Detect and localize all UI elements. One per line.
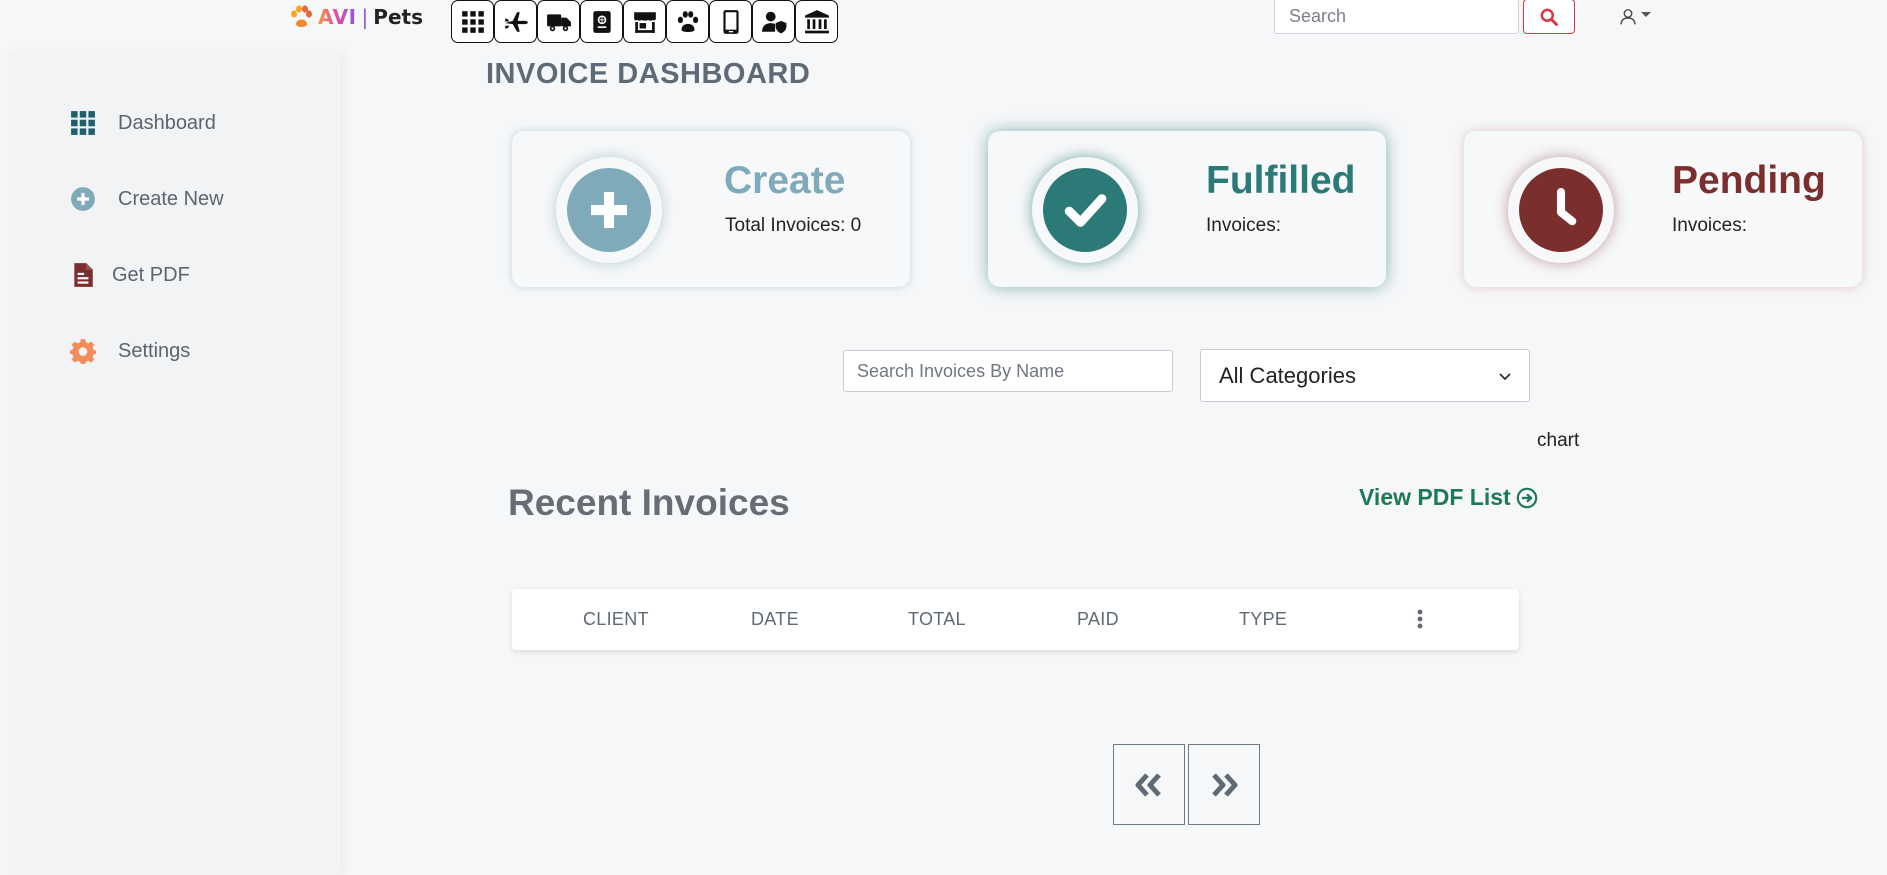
paw-icon[interactable] xyxy=(666,0,709,43)
truck-icon[interactable] xyxy=(537,0,580,43)
search-input[interactable] xyxy=(1274,0,1519,34)
brand-pets: Pets xyxy=(373,5,423,29)
create-card[interactable]: Create Total Invoices: 0 xyxy=(512,131,910,287)
category-select[interactable]: All Categories xyxy=(1200,349,1530,402)
chart-placeholder: chart xyxy=(1537,430,1580,451)
fulfilled-icon-ring xyxy=(1032,157,1138,263)
column-header-date[interactable]: DATE xyxy=(751,609,799,630)
search-button[interactable] xyxy=(1523,0,1575,34)
chevron-down-icon xyxy=(1499,373,1511,381)
arrow-circle-right-icon xyxy=(1516,487,1537,508)
card-title: Pending xyxy=(1672,159,1826,202)
plus-icon xyxy=(591,192,627,228)
sidebar-item-dashboard[interactable]: Dashboard xyxy=(70,110,216,136)
double-chevron-right-icon xyxy=(1212,772,1238,797)
card-title: Fulfilled xyxy=(1206,159,1356,202)
grid-icon xyxy=(71,111,95,135)
double-chevron-left-icon xyxy=(1135,772,1161,797)
top-navbar: AVI | Pets xyxy=(0,0,1887,52)
invoice-search-input[interactable] xyxy=(843,350,1173,392)
search-icon xyxy=(1540,8,1558,26)
apps-grid-icon[interactable] xyxy=(451,0,494,43)
next-page-button[interactable] xyxy=(1188,744,1260,825)
clock-icon xyxy=(1556,187,1577,226)
view-pdf-list-label: View PDF List xyxy=(1359,484,1511,510)
user-shield-icon[interactable] xyxy=(752,0,795,43)
previous-page-button[interactable] xyxy=(1113,744,1185,825)
view-pdf-list-link[interactable]: View PDF List xyxy=(1359,484,1538,511)
column-header-client[interactable]: CLIENT xyxy=(583,609,649,630)
pending-card[interactable]: Pending Invoices: xyxy=(1464,131,1862,287)
gear-icon xyxy=(70,339,96,364)
brand-separator: | xyxy=(361,5,369,29)
mobile-phone-icon[interactable] xyxy=(709,0,752,43)
column-header-paid[interactable]: PAID xyxy=(1077,609,1119,630)
column-header-type[interactable]: TYPE xyxy=(1239,609,1287,630)
check-icon xyxy=(1064,194,1107,227)
column-header-total[interactable]: TOTAL xyxy=(908,609,966,630)
store-icon[interactable] xyxy=(623,0,666,43)
sidebar-item-get-pdf[interactable]: Get PDF xyxy=(70,262,190,288)
passport-icon[interactable] xyxy=(580,0,623,43)
sidebar-item-label: Dashboard xyxy=(118,111,216,134)
invoice-table-header: CLIENT DATE TOTAL PAID TYPE xyxy=(512,589,1519,650)
card-subtitle: Total Invoices: 0 xyxy=(725,215,862,236)
sidebar-item-settings[interactable]: Settings xyxy=(70,338,190,364)
create-icon-ring xyxy=(556,157,662,263)
bank-icon[interactable] xyxy=(795,0,838,43)
card-title: Create xyxy=(724,159,846,202)
more-vertical-icon[interactable] xyxy=(1413,608,1427,630)
brand-logo[interactable]: AVI | Pets xyxy=(288,2,423,32)
app-switcher xyxy=(451,0,838,43)
user-dropdown[interactable] xyxy=(1618,6,1651,26)
file-pdf-icon xyxy=(74,263,93,287)
pending-icon-ring xyxy=(1508,157,1614,263)
sidebar-item-create-new[interactable]: Create New xyxy=(70,186,224,212)
airplane-icon[interactable] xyxy=(494,0,537,43)
category-select-value: All Categories xyxy=(1219,362,1356,388)
paw-logo-icon xyxy=(291,5,312,27)
chevron-down-icon xyxy=(1641,12,1651,17)
sidebar-item-label: Settings xyxy=(118,339,191,362)
plus-circle-icon xyxy=(71,187,95,211)
card-subtitle: Invoices: xyxy=(1672,215,1747,236)
card-subtitle: Invoices: xyxy=(1206,215,1281,236)
brand-avi: AVI xyxy=(318,5,357,29)
sidebar: Dashboard Create New Get PDF Settings xyxy=(8,52,340,875)
sidebar-item-label: Get PDF xyxy=(112,263,190,286)
recent-invoices-title: Recent Invoices xyxy=(508,482,790,523)
fulfilled-card[interactable]: Fulfilled Invoices: xyxy=(988,131,1386,287)
user-icon xyxy=(1620,9,1636,25)
page-title: INVOICE DASHBOARD xyxy=(486,58,811,90)
sidebar-item-label: Create New xyxy=(118,187,224,210)
